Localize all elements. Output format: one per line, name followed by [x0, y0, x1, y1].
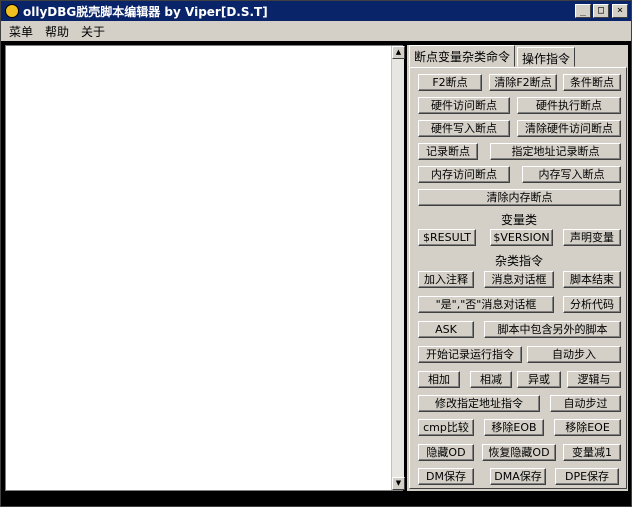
- minimize-button[interactable]: _: [575, 4, 591, 18]
- tab-operation-commands[interactable]: 操作指令: [517, 47, 576, 67]
- editor-window: ollyDBG脱壳脚本编辑器 by Viper[D.S.T] _ □ × 菜单 …: [0, 0, 632, 507]
- tab-page: F2断点 清除F2断点 条件断点 硬件访问断点 硬件执行断点 硬件写入断点 清除…: [409, 67, 627, 489]
- menu-item-help[interactable]: 帮助: [42, 23, 72, 40]
- variable-decrement-button[interactable]: 变量减1: [563, 444, 621, 461]
- version-variable-button[interactable]: $VERSION: [490, 229, 553, 246]
- cmp-compare-button[interactable]: cmp比较: [418, 419, 474, 436]
- xor-button[interactable]: 异或: [517, 371, 561, 388]
- memory-access-breakpoint-button[interactable]: 内存访问断点: [418, 166, 510, 183]
- hardware-access-breakpoint-button[interactable]: 硬件访问断点: [418, 97, 510, 114]
- declare-variable-button[interactable]: 声明变量: [563, 229, 621, 246]
- shift-eoe-button[interactable]: 移除EOE: [554, 419, 621, 436]
- start-trace-button[interactable]: 开始记录运行指令: [418, 346, 522, 363]
- add-comment-button[interactable]: 加入注释: [418, 271, 474, 288]
- scroll-up-button[interactable]: ▲: [392, 46, 405, 59]
- include-script-button[interactable]: 脚本中包含另外的脚本: [484, 321, 621, 338]
- hardware-exec-breakpoint-button[interactable]: 硬件执行断点: [517, 97, 621, 114]
- result-variable-button[interactable]: $RESULT: [418, 229, 476, 246]
- clear-hardware-access-breakpoint-button[interactable]: 清除硬件访问断点: [517, 120, 621, 137]
- menu-item-menu[interactable]: 菜单: [6, 23, 36, 40]
- f2-breakpoint-button[interactable]: F2断点: [418, 74, 482, 91]
- modify-address-instruction-button[interactable]: 修改指定地址指令: [418, 395, 540, 412]
- auto-step-in-button[interactable]: 自动步入: [527, 346, 621, 363]
- message-dialog-button[interactable]: 消息对话框: [484, 271, 554, 288]
- window-title: ollyDBG脱壳脚本编辑器 by Viper[D.S.T]: [23, 5, 268, 19]
- app-icon: [5, 4, 19, 18]
- maximize-button[interactable]: □: [593, 4, 609, 18]
- tab-breakpoint-variable-misc[interactable]: 断点变量杂类命令: [409, 45, 516, 67]
- vertical-scrollbar[interactable]: ▲ ▼: [391, 46, 405, 490]
- hide-od-button[interactable]: 隐藏OD: [418, 444, 474, 461]
- restore-hide-od-button[interactable]: 恢复隐藏OD: [482, 444, 556, 461]
- dpe-save-button[interactable]: DPE保存: [555, 468, 619, 485]
- dm-save-button[interactable]: DM保存: [418, 468, 474, 485]
- memory-write-breakpoint-button[interactable]: 内存写入断点: [522, 166, 621, 183]
- subtract-button[interactable]: 相减: [470, 371, 512, 388]
- misc-section-label: 杂类指令: [494, 254, 543, 268]
- conditional-breakpoint-button[interactable]: 条件断点: [563, 74, 621, 91]
- analyze-code-button[interactable]: 分析代码: [563, 296, 621, 313]
- menu-bar: 菜单 帮助 关于: [1, 21, 631, 41]
- hardware-write-breakpoint-button[interactable]: 硬件写入断点: [418, 120, 510, 137]
- variables-section-label: 变量类: [500, 213, 537, 227]
- ask-button[interactable]: ASK: [418, 321, 474, 338]
- logical-and-button[interactable]: 逻辑与: [567, 371, 621, 388]
- command-panel: 断点变量杂类命令 操作指令 F2断点 清除F2断点 条件断点 硬件访问断点 硬件…: [407, 45, 628, 491]
- yes-no-dialog-button[interactable]: "是","否"消息对话框: [418, 296, 554, 313]
- log-breakpoint-button[interactable]: 记录断点: [418, 143, 478, 160]
- add-button[interactable]: 相加: [418, 371, 460, 388]
- dma-save-button[interactable]: DMA保存: [490, 468, 546, 485]
- scroll-down-button[interactable]: ▼: [392, 477, 405, 490]
- script-end-button[interactable]: 脚本结束: [563, 271, 621, 288]
- clear-memory-breakpoint-button[interactable]: 清除内存断点: [418, 189, 621, 206]
- title-bar[interactable]: ollyDBG脱壳脚本编辑器 by Viper[D.S.T] _ □ ×: [1, 1, 631, 21]
- shift-eob-button[interactable]: 移除EOB: [484, 419, 544, 436]
- auto-step-over-button[interactable]: 自动步过: [550, 395, 621, 412]
- clear-f2-breakpoint-button[interactable]: 清除F2断点: [489, 74, 557, 91]
- close-button[interactable]: ×: [612, 4, 628, 18]
- script-editor[interactable]: ▲ ▼: [5, 45, 405, 491]
- menu-item-about[interactable]: 关于: [78, 23, 108, 40]
- address-log-breakpoint-button[interactable]: 指定地址记录断点: [490, 143, 621, 160]
